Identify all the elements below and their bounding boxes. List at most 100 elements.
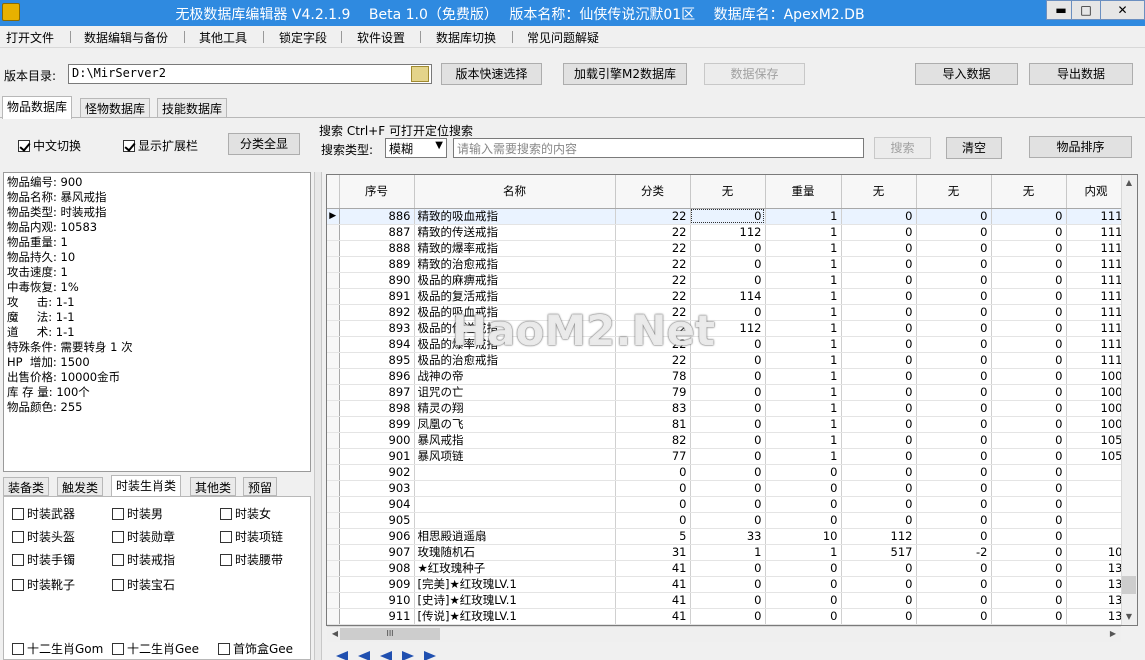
- chinese-checkbox[interactable]: [18, 139, 30, 152]
- table-cell[interactable]: [1066, 464, 1127, 481]
- table-cell[interactable]: 22: [615, 272, 691, 289]
- table-cell[interactable]: 1: [765, 288, 842, 305]
- table-cell[interactable]: 0: [991, 608, 1067, 625]
- checkbox[interactable]: [220, 530, 232, 543]
- table-cell[interactable]: [414, 480, 616, 497]
- row-header[interactable]: [327, 416, 340, 433]
- menu-other-tools[interactable]: 其他工具: [199, 29, 247, 46]
- search-type-select[interactable]: 模糊 ▼: [385, 138, 447, 158]
- table-row[interactable]: 900 暴风戒指 82 0 1 0 0 0 105: [327, 432, 1127, 449]
- table-cell[interactable]: 111: [1066, 272, 1127, 289]
- table-cell[interactable]: 0: [991, 432, 1067, 449]
- table-cell[interactable]: 0: [916, 304, 992, 321]
- table-cell[interactable]: 0: [916, 496, 992, 513]
- table-cell[interactable]: 894: [339, 336, 415, 353]
- table-cell[interactable]: 22: [615, 240, 691, 257]
- table-cell[interactable]: 906: [339, 528, 415, 545]
- table-cell[interactable]: 0: [916, 272, 992, 289]
- table-cell[interactable]: 0: [841, 608, 917, 625]
- table-cell[interactable]: 0: [991, 272, 1067, 289]
- table-cell[interactable]: 0: [690, 272, 766, 289]
- table-cell[interactable]: 0: [765, 592, 842, 609]
- table-cell[interactable]: 41: [615, 560, 691, 577]
- table-cell[interactable]: 0: [841, 352, 917, 369]
- table-cell[interactable]: 玫瑰随机石: [414, 544, 616, 561]
- table-cell[interactable]: 83: [615, 400, 691, 417]
- table-cell[interactable]: 910: [339, 592, 415, 609]
- table-cell[interactable]: 0: [991, 512, 1067, 529]
- table-cell[interactable]: 0: [991, 368, 1067, 385]
- table-cell[interactable]: 0: [991, 464, 1067, 481]
- category-checkbox[interactable]: 时装戒指: [112, 551, 175, 568]
- table-cell[interactable]: 0: [841, 224, 917, 241]
- table-cell[interactable]: 1: [765, 368, 842, 385]
- sort-items-button[interactable]: 物品排序: [1029, 136, 1132, 158]
- table-cell[interactable]: 0: [841, 496, 917, 513]
- checkbox[interactable]: [12, 553, 24, 566]
- menu-faq[interactable]: 常见问题解疑: [527, 29, 599, 46]
- table-cell[interactable]: 0: [916, 448, 992, 465]
- table-cell[interactable]: 0: [690, 560, 766, 577]
- row-header[interactable]: [327, 560, 340, 577]
- prev-record-icon[interactable]: [380, 651, 392, 660]
- table-cell[interactable]: 100: [1066, 384, 1127, 401]
- table-cell[interactable]: 41: [615, 592, 691, 609]
- table-row[interactable]: 902 0 0 0 0 0 0: [327, 464, 1127, 481]
- row-header[interactable]: [327, 480, 340, 497]
- table-cell[interactable]: 100: [1066, 416, 1127, 433]
- table-cell[interactable]: 111: [1066, 352, 1127, 369]
- chinese-toggle[interactable]: 中文切换: [18, 137, 81, 154]
- table-cell[interactable]: 903: [339, 480, 415, 497]
- table-cell[interactable]: 1: [765, 224, 842, 241]
- table-cell[interactable]: 0: [690, 416, 766, 433]
- table-cell[interactable]: 1: [690, 544, 766, 561]
- row-header[interactable]: [327, 448, 340, 465]
- row-header[interactable]: [327, 240, 340, 257]
- table-cell[interactable]: 1: [765, 208, 842, 225]
- tab-equipment[interactable]: 装备类: [3, 477, 50, 496]
- table-cell[interactable]: [414, 464, 616, 481]
- row-header[interactable]: [327, 400, 340, 417]
- table-cell[interactable]: 1: [765, 544, 842, 561]
- zodiac-checkbox[interactable]: 十二生肖Gom: [12, 640, 103, 657]
- table-cell[interactable]: 77: [615, 448, 691, 465]
- table-cell[interactable]: 0: [765, 464, 842, 481]
- table-cell[interactable]: 0: [916, 576, 992, 593]
- table-cell[interactable]: 111: [1066, 224, 1127, 241]
- row-header[interactable]: [327, 304, 340, 321]
- table-cell[interactable]: 0: [690, 384, 766, 401]
- table-cell[interactable]: 0: [991, 448, 1067, 465]
- row-header[interactable]: [327, 464, 340, 481]
- table-cell[interactable]: 0: [615, 512, 691, 529]
- table-cell[interactable]: 精致的爆率戒指: [414, 240, 616, 257]
- table-row[interactable]: 891 极品的复活戒指 22 114 1 0 0 0 111: [327, 288, 1127, 305]
- row-header[interactable]: [327, 288, 340, 305]
- table-cell[interactable]: 0: [615, 464, 691, 481]
- table-cell[interactable]: 0: [991, 208, 1067, 225]
- table-cell[interactable]: 0: [916, 464, 992, 481]
- checkbox[interactable]: [112, 553, 124, 566]
- vertical-scroll-thumb[interactable]: [1122, 576, 1136, 594]
- menu-open-file[interactable]: 打开文件: [6, 29, 54, 46]
- scroll-down-arrow-icon[interactable]: ▼: [1121, 612, 1137, 621]
- category-checkbox[interactable]: 时装手镯: [12, 551, 75, 568]
- prev-page-icon[interactable]: [358, 651, 370, 660]
- table-cell[interactable]: 0: [916, 608, 992, 625]
- table-cell[interactable]: [1066, 496, 1127, 513]
- table-cell[interactable]: 905: [339, 512, 415, 529]
- table-cell[interactable]: 0: [916, 320, 992, 337]
- table-cell[interactable]: [完美]★红玫瑰LV.1: [414, 576, 616, 593]
- row-header[interactable]: [327, 528, 340, 545]
- table-cell[interactable]: 13: [1066, 608, 1127, 625]
- table-cell[interactable]: [1066, 528, 1127, 545]
- table-cell[interactable]: 908: [339, 560, 415, 577]
- table-cell[interactable]: ★红玫瑰种子: [414, 560, 616, 577]
- table-cell[interactable]: 1: [765, 304, 842, 321]
- checkbox[interactable]: [112, 578, 124, 591]
- checkbox[interactable]: [12, 507, 24, 520]
- table-cell[interactable]: 0: [916, 560, 992, 577]
- table-cell[interactable]: 0: [841, 592, 917, 609]
- table-cell[interactable]: 0: [765, 480, 842, 497]
- table-cell[interactable]: 0: [916, 384, 992, 401]
- table-cell[interactable]: 暴风项链: [414, 448, 616, 465]
